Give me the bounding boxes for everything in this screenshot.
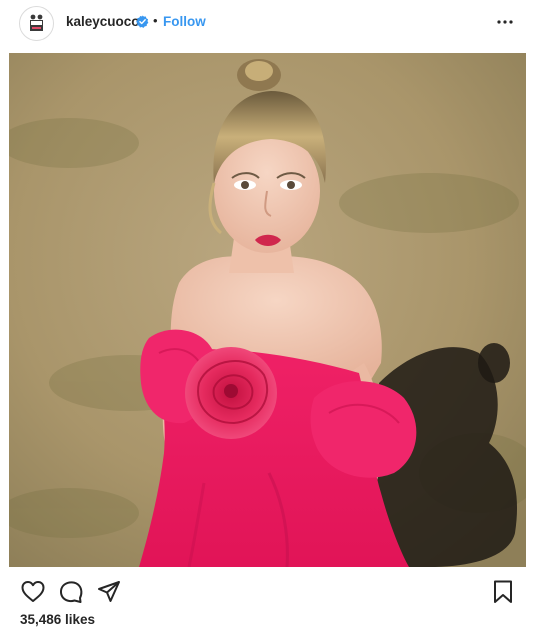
share-icon[interactable] bbox=[96, 579, 122, 605]
separator-dot: • bbox=[153, 13, 158, 28]
photo-illustration bbox=[9, 53, 526, 567]
username-link[interactable]: kaleycuoco bbox=[66, 14, 140, 29]
post-actions bbox=[0, 575, 535, 609]
post-photo[interactable] bbox=[9, 53, 526, 567]
likes-count[interactable]: 35,486 likes bbox=[20, 612, 95, 627]
avatar[interactable] bbox=[19, 6, 54, 41]
more-options-icon[interactable] bbox=[495, 13, 515, 31]
bookmark-icon[interactable] bbox=[490, 579, 516, 605]
avatar-logo-icon bbox=[20, 7, 53, 40]
instagram-post: kaleycuoco • Follow 35,486 likes bbox=[0, 0, 535, 640]
post-header: kaleycuoco • Follow bbox=[0, 0, 535, 46]
verified-badge-icon bbox=[136, 15, 149, 28]
caption-cutoff bbox=[20, 634, 490, 640]
heart-icon[interactable] bbox=[20, 579, 46, 605]
follow-button[interactable]: Follow bbox=[163, 14, 206, 29]
comment-icon[interactable] bbox=[58, 579, 84, 605]
